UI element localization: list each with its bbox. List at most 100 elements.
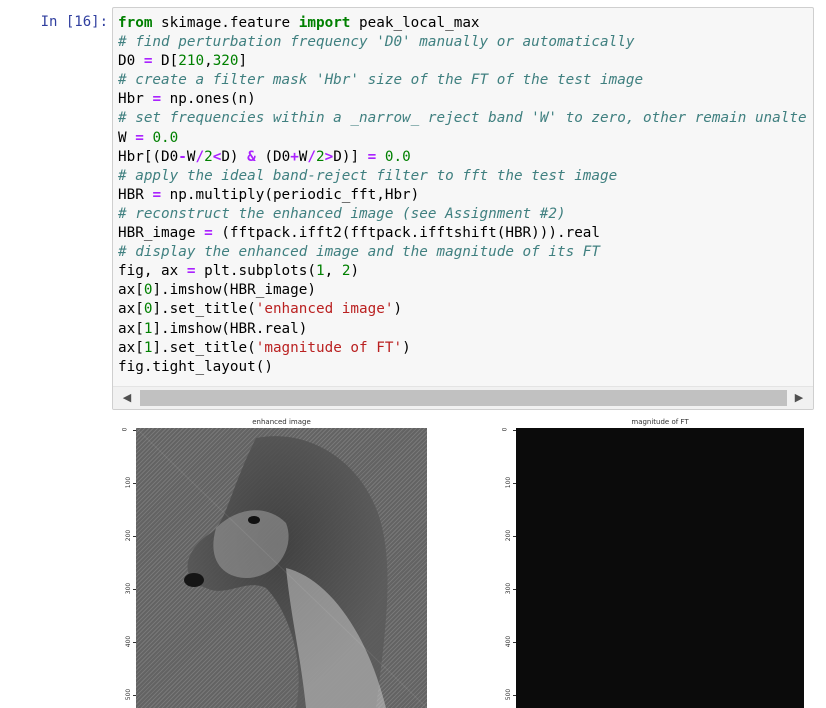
code-token: Hbr	[118, 91, 153, 108]
code-token: ,	[204, 53, 213, 70]
code-line[interactable]: HBR = np.multiply(periodic_fft,Hbr)	[118, 186, 813, 205]
code-token: D)]	[333, 148, 368, 165]
plot-title-magnitude: magnitude of FT	[631, 418, 689, 426]
code-line[interactable]: # find perturbation frequency 'D0' manua…	[118, 33, 813, 52]
code-line[interactable]: D0 = D[210,320]	[118, 52, 813, 71]
code-token: ,	[324, 263, 342, 280]
y-tick-mark	[133, 430, 136, 431]
code-token: np.ones(n)	[161, 91, 256, 108]
code-token: 2	[204, 148, 213, 165]
y-tick-mark	[133, 589, 136, 590]
y-tick-mark	[133, 642, 136, 643]
y-tick-mark	[513, 536, 516, 537]
code-line[interactable]: ax[1].set_title('magnitude of FT')	[118, 339, 813, 358]
y-tick-label: 400	[125, 635, 133, 648]
code-token: ax[	[118, 339, 144, 356]
code-line[interactable]: # apply the ideal band-reject filter to …	[118, 167, 813, 186]
code-line[interactable]: from skimage.feature import peak_local_m…	[118, 14, 813, 33]
code-line[interactable]: fig.tight_layout()	[118, 358, 813, 377]
y-tick-mark	[513, 430, 516, 431]
code-line[interactable]: HBR_image = (fftpack.ifft2(fftpack.iffts…	[118, 224, 813, 243]
code-token: 320	[212, 53, 239, 70]
horizontal-scrollbar[interactable]: ◀ ▶	[113, 386, 813, 409]
code-line[interactable]: ax[1].imshow(HBR.real)	[118, 320, 813, 339]
code-token: ]	[238, 53, 248, 70]
scroll-right-arrow-icon[interactable]: ▶	[791, 390, 807, 406]
code-token: 0.0	[152, 129, 179, 146]
code-token: =	[367, 148, 377, 165]
code-line[interactable]: # set frequencies within a _narrow_ reje…	[118, 109, 813, 128]
code-token: )	[350, 263, 360, 280]
y-tick-label: 300	[125, 582, 133, 595]
code-token: =	[152, 186, 162, 203]
y-tick-mark	[133, 695, 136, 696]
code-token: ax[	[118, 301, 144, 318]
code-token: ax[	[118, 282, 144, 299]
code-token: /	[195, 148, 205, 165]
code-token: =	[204, 225, 213, 242]
code-line[interactable]: Hbr[(D0-W/2<D) & (D0+W/2>D)] = 0.0	[118, 148, 813, 167]
y-tick-mark	[513, 695, 516, 696]
code-line[interactable]: fig, ax = plt.subplots(1, 2)	[118, 262, 813, 281]
plot-title-enhanced: enhanced image	[252, 418, 311, 426]
code-token: peak_local_max	[350, 15, 480, 31]
y-tick-label: 100	[125, 476, 133, 489]
y-tick-label: 500	[505, 688, 513, 701]
code-line[interactable]: # reconstruct the enhanced image (see As…	[118, 205, 813, 224]
beagle-image-icon	[136, 428, 427, 708]
code-token: &	[247, 148, 256, 165]
y-tick-mark	[133, 483, 136, 484]
code-token: Hbr[(D0	[118, 148, 179, 165]
code-token: # create a filter mask 'Hbr' size of the…	[118, 72, 644, 89]
code-token: 210	[178, 53, 205, 70]
y-tick-mark	[513, 589, 516, 590]
code-token: 1	[316, 263, 325, 280]
code-cell[interactable]: from skimage.feature import peak_local_m…	[112, 7, 814, 410]
code-token: 2	[316, 148, 325, 165]
code-line[interactable]: ax[0].set_title('enhanced image')	[118, 300, 813, 319]
code-line[interactable]: # create a filter mask 'Hbr' size of the…	[118, 71, 813, 90]
code-token: ].imshow(HBR.real)	[152, 320, 308, 337]
code-token: # set frequencies within a _narrow_ reje…	[118, 110, 807, 127]
code-token: (fftpack.ifft2(fftpack.ifftshift(HBR))).…	[212, 225, 601, 242]
code-token: D0	[118, 53, 144, 70]
code-token: D[	[152, 53, 179, 70]
code-line[interactable]: # display the enhanced image and the mag…	[118, 243, 813, 262]
code-token: # reconstruct the enhanced image (see As…	[118, 205, 566, 222]
code-token: >	[324, 148, 334, 165]
code-token: /	[307, 148, 317, 165]
enhanced-image-plot	[136, 428, 427, 708]
y-tick-label: 500	[125, 688, 133, 701]
scrollbar-thumb[interactable]	[140, 390, 787, 406]
code-token: 0.0	[384, 148, 411, 165]
code-token: import	[298, 15, 351, 31]
y-tick-label: 200	[505, 529, 513, 542]
fft-magnitude-plot	[516, 428, 804, 708]
y-tick-mark	[133, 536, 136, 537]
code-line[interactable]: Hbr = np.ones(n)	[118, 90, 813, 109]
code-editor[interactable]: from skimage.feature import peak_local_m…	[118, 14, 813, 377]
code-token: W	[118, 129, 136, 146]
code-line[interactable]: W = 0.0	[118, 129, 813, 148]
code-line[interactable]: ax[0].imshow(HBR_image)	[118, 281, 813, 300]
code-token: np.multiply(periodic_fft,Hbr)	[161, 186, 420, 203]
code-token: # display the enhanced image and the mag…	[118, 244, 601, 261]
y-tick-label: 400	[505, 635, 513, 648]
code-token: from	[118, 15, 153, 31]
code-token: HBR	[118, 186, 153, 203]
scroll-left-arrow-icon[interactable]: ◀	[119, 390, 135, 406]
code-token: )	[393, 301, 403, 318]
code-token: ].set_title(	[152, 339, 256, 356]
code-token: D)	[221, 148, 248, 165]
code-token: # apply the ideal band-reject filter to …	[118, 167, 618, 184]
y-tick-mark	[513, 483, 516, 484]
code-token: =	[152, 91, 162, 108]
y-tick-label: 0	[501, 427, 509, 432]
code-token: ax[	[118, 320, 144, 337]
code-token: skimage.feature	[152, 15, 299, 31]
code-token: (D0	[255, 148, 291, 165]
code-token: =	[135, 129, 144, 146]
y-tick-label: 300	[505, 582, 513, 595]
y-tick-mark	[513, 642, 516, 643]
